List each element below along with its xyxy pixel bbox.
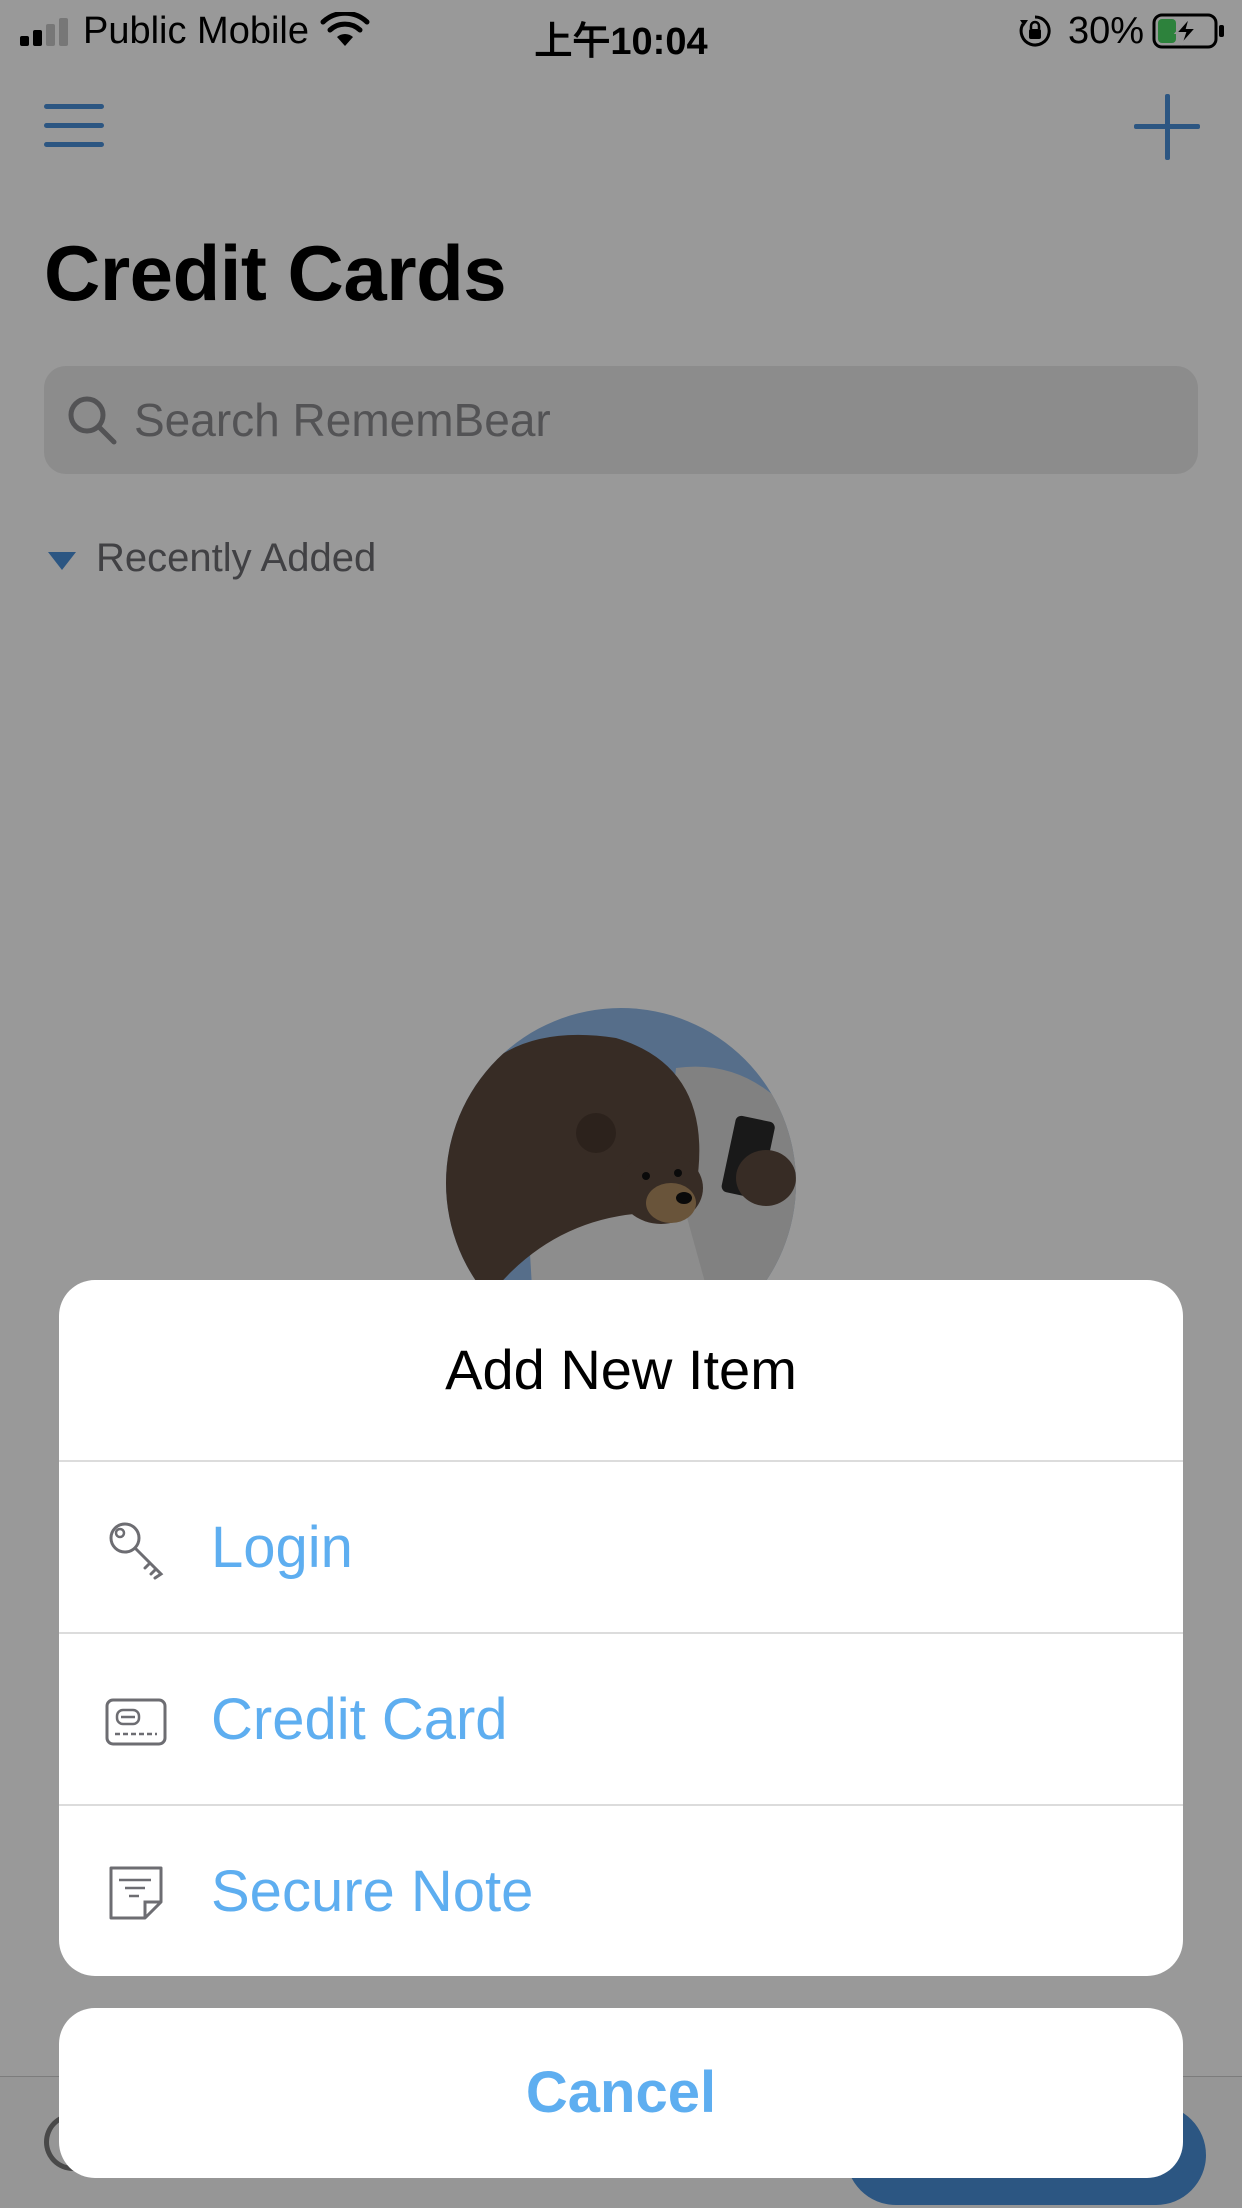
cancel-button[interactable]: Cancel (59, 2008, 1183, 2178)
secure-note-option-label: Secure Note (211, 1859, 534, 1924)
key-icon (109, 1522, 164, 1580)
credit-card-option-label: Credit Card (211, 1687, 508, 1752)
credit-card-icon (105, 1698, 167, 1746)
add-secure-note-option[interactable]: Secure Note (59, 1804, 1183, 1976)
note-icon (109, 1866, 163, 1920)
add-credit-card-option[interactable]: Credit Card (59, 1632, 1183, 1804)
login-option-label: Login (211, 1515, 353, 1580)
add-login-option[interactable]: Login (59, 1460, 1183, 1632)
cancel-button-label: Cancel (525, 2060, 717, 2125)
action-sheet-title: Add New Item (445, 1338, 797, 1401)
screen: Public Mobile 上午10:04 30% Credit Cards S… (0, 0, 1242, 2208)
add-item-action-sheet: Add New Item Login Credit Card Secure No… (59, 1280, 1183, 1976)
